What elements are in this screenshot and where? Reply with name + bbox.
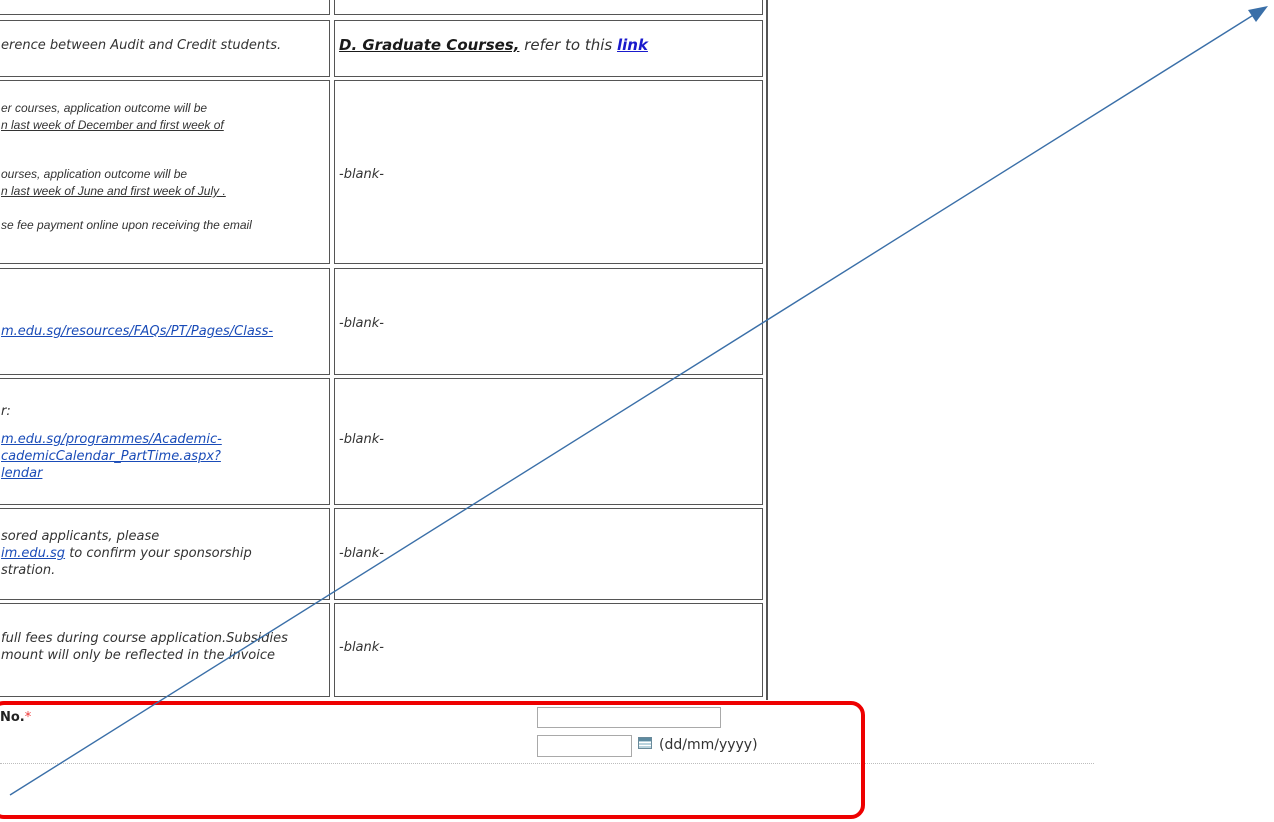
cell-text: full fees during course application.Subs… [1, 631, 288, 646]
table-cell: full fees during course application.Subs… [0, 603, 330, 697]
graduate-courses-text: refer to this [519, 36, 618, 54]
cell-text: ourses, application outcome will be [1, 167, 188, 181]
cell-text: erence between Audit and Credit students… [1, 38, 282, 53]
table-cell: m.edu.sg/resources/FAQs/PT/Pages/Class- [0, 268, 330, 375]
table-cell: D. Graduate Courses, refer to this link [334, 20, 763, 77]
table-cell: sored applicants, please im.edu.sg to co… [0, 508, 330, 600]
date-format-hint: (dd/mm/yyyy) [659, 737, 758, 753]
field-label-text: No. [0, 710, 25, 725]
required-mark: * [24, 710, 32, 725]
graduate-courses-heading: D. Graduate Courses, refer to this link [339, 36, 648, 54]
blank-label: -blank- [339, 316, 384, 331]
cell-text: im.edu.sg to confirm your sponsorship [1, 546, 252, 561]
cell-text: sored applicants, please [1, 529, 160, 544]
blank-label: -blank- [339, 640, 384, 655]
table-cell: -blank- [334, 268, 763, 375]
cell-text: n last week of December and first week o… [1, 118, 224, 132]
blank-label: -blank- [339, 546, 384, 561]
table-cell [334, 0, 763, 15]
highlight-box [0, 701, 865, 819]
table-cell: -blank- [334, 603, 763, 697]
blank-label: -blank- [339, 167, 384, 182]
blank-label: -blank- [339, 432, 384, 447]
academic-calendar-link[interactable]: lendar [1, 466, 42, 481]
date-input[interactable] [537, 735, 632, 757]
cell-text: er courses, application outcome will be [1, 101, 208, 115]
table-cell: r: m.edu.sg/programmes/Academic- cademic… [0, 378, 330, 505]
cell-text: stration. [1, 563, 56, 578]
info-table: erence between Audit and Credit students… [0, 0, 768, 700]
table-cell: er courses, application outcome will be … [0, 80, 330, 264]
cell-text: mount will only be reflected in the invo… [1, 648, 276, 663]
id-number-input[interactable] [537, 707, 721, 728]
table-cell: erence between Audit and Credit students… [0, 20, 330, 77]
graduate-courses-title: D. Graduate Courses, [339, 36, 520, 54]
arrowhead-icon [1248, 6, 1268, 22]
table-cell: -blank- [334, 508, 763, 600]
cell-text: r: [1, 404, 11, 419]
academic-calendar-link[interactable]: m.edu.sg/programmes/Academic- [1, 432, 222, 447]
cell-text: to confirm your sponsorship [65, 546, 252, 561]
graduate-courses-link[interactable]: link [617, 36, 648, 54]
faq-link[interactable]: m.edu.sg/resources/FAQs/PT/Pages/Class- [1, 324, 273, 339]
academic-calendar-link[interactable]: cademicCalendar_PartTime.aspx? [1, 449, 221, 464]
sponsorship-email-link[interactable]: im.edu.sg [1, 546, 65, 561]
table-cell: -blank- [334, 378, 763, 505]
table-cell [0, 0, 330, 15]
cell-text: se fee payment online upon receiving the… [1, 218, 252, 232]
field-label: No.* [0, 710, 31, 725]
divider [0, 763, 1094, 764]
calendar-icon[interactable] [638, 737, 652, 749]
cell-text: n last week of June and first week of Ju… [1, 184, 226, 198]
table-cell: -blank- [334, 80, 763, 264]
